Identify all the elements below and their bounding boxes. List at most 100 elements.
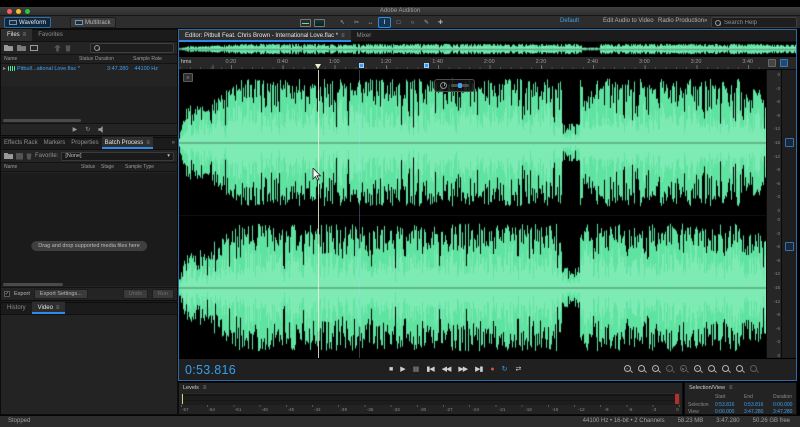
new-file-icon[interactable] <box>30 45 38 51</box>
panel-menu-icon[interactable]: ≡ <box>146 140 150 146</box>
selection-handle-left[interactable] <box>359 63 364 68</box>
files-search-field[interactable] <box>90 43 174 53</box>
tab-files[interactable]: Files ≡ <box>1 29 33 41</box>
insert-into-multitrack-icon[interactable] <box>54 44 61 52</box>
zoom-to-selection-button[interactable]: s <box>680 365 688 373</box>
export-settings-button[interactable]: Export Settings... <box>33 289 88 299</box>
volume-slider[interactable] <box>451 83 469 88</box>
tab-video[interactable]: Video ≡ <box>31 302 66 314</box>
lasso-selection-tool-button[interactable]: ○ <box>407 18 418 27</box>
tab-markers[interactable]: Markers <box>41 137 69 149</box>
volume-hud[interactable] <box>434 79 475 92</box>
column-duration[interactable]: Duration <box>95 56 133 62</box>
stop-button[interactable]: ■ <box>389 364 393 375</box>
export-checkbox[interactable]: ✓ <box>4 291 10 297</box>
vertical-scroll-strip[interactable] <box>781 70 796 360</box>
column-name[interactable]: Name <box>1 164 81 170</box>
channel-divider[interactable] <box>179 215 796 216</box>
batch-horizontal-scrollbar[interactable] <box>3 283 63 286</box>
help-search-field[interactable] <box>711 17 797 28</box>
loop-playback-button[interactable]: ↻ <box>502 364 508 375</box>
open-file-icon[interactable] <box>4 45 13 51</box>
tab-favorites[interactable]: Favorites <box>32 29 69 41</box>
preview-loop-button[interactable]: ↻ <box>85 126 90 133</box>
show-spectral-view-button[interactable] <box>314 18 325 27</box>
tab-editor[interactable]: Editor: Pitbull Feat. Chris Brown - Inte… <box>179 30 351 42</box>
panel-menu-icon[interactable]: ≡ <box>23 32 27 38</box>
show-waveform-view-button[interactable] <box>300 18 311 27</box>
tab-history[interactable]: History <box>1 302 32 314</box>
batch-delete-icon[interactable] <box>26 153 32 160</box>
clip-indicator[interactable] <box>675 394 679 404</box>
favorite-dropdown[interactable]: [None] ▾ <box>61 151 174 161</box>
pause-button[interactable]: ▮▮ <box>413 364 420 375</box>
playhead[interactable] <box>318 70 319 360</box>
files-list-empty-area[interactable] <box>1 86 177 123</box>
workspace-default-button[interactable]: Default <box>560 18 579 24</box>
workspace-edit-audio-to-video-button[interactable]: Edit Audio to Video <box>603 18 654 24</box>
timeline-ruler[interactable]: hms 0:20 0:40 1:00 1:20 1:40 2:00 2:20 2:40 3:00… <box>179 57 796 70</box>
paintbrush-selection-tool-button[interactable]: ✎ <box>421 18 432 27</box>
amplitude-ruler[interactable]: 0 -3 -6 -9 -12 -15 -12 -9 -6 -3 0 0 -3 -6 -9 -12 -15 -12… <box>766 70 781 360</box>
zoom-out-time-button[interactable]: - <box>638 365 646 373</box>
panel-menu-icon[interactable]: ≡ <box>729 385 733 391</box>
import-file-icon[interactable] <box>17 45 26 51</box>
zoom-out-point-button[interactable]: - <box>708 365 716 373</box>
waveform-overview[interactable] <box>179 42 796 57</box>
skip-to-end-button[interactable]: ▶▮ <box>475 364 483 375</box>
tab-properties[interactable]: Properties <box>68 137 101 149</box>
file-row[interactable]: ▸ Pitbull...ational Love.flac * 3:47.280… <box>1 64 177 73</box>
skip-selection-button[interactable]: ⇄ <box>516 364 522 375</box>
column-stage[interactable]: Stage <box>101 164 125 170</box>
marquee-selection-tool-button[interactable]: □ <box>393 18 404 27</box>
help-search-input[interactable] <box>724 19 794 26</box>
vertical-zoom-button[interactable] <box>768 59 776 67</box>
undo-button[interactable]: Undo <box>122 289 148 299</box>
multitrack-mode-button[interactable]: Multitrack <box>70 17 116 28</box>
slip-tool-button[interactable]: ↔ <box>365 18 376 27</box>
left-channel-scroll-handle[interactable] <box>785 138 794 147</box>
column-sample-type[interactable]: Sample Type <box>125 164 154 170</box>
playhead-handle-icon[interactable] <box>315 64 321 69</box>
volume-knob-icon[interactable] <box>440 82 447 89</box>
column-status[interactable]: Status <box>81 164 101 170</box>
selection-end-value[interactable]: 0:53.816 <box>744 402 773 408</box>
play-button[interactable]: ▶ <box>400 364 405 375</box>
skip-to-start-button[interactable]: ▮◀ <box>426 364 434 375</box>
zoom-in-time-button[interactable]: + <box>624 365 632 373</box>
waveform-edit-badge[interactable]: ≡ <box>183 73 193 82</box>
delete-file-icon[interactable] <box>65 45 71 52</box>
waveform-mode-button[interactable]: Waveform <box>4 17 52 28</box>
run-button[interactable]: Run <box>151 289 174 299</box>
selection-view-header[interactable]: Selection/View ≡ <box>685 383 796 393</box>
panel-menu-icon[interactable]: ≡ <box>56 305 60 311</box>
move-tool-button[interactable]: ↖ <box>337 18 348 27</box>
column-name[interactable]: Name <box>1 56 79 62</box>
workspace-radio-production-button[interactable]: Radio Production <box>658 18 704 24</box>
razor-tool-button[interactable]: ✂ <box>351 18 362 27</box>
disclosure-triangle-icon[interactable]: ▸ <box>3 65 6 72</box>
files-horizontal-scrollbar[interactable] <box>3 119 81 122</box>
tab-batch-process[interactable]: Batch Process ≡ <box>101 137 153 149</box>
batch-save-icon[interactable] <box>16 152 23 160</box>
tab-overflow-icon[interactable]: » <box>172 140 175 146</box>
selection-handle-right[interactable] <box>424 63 429 68</box>
batch-open-icon[interactable] <box>4 153 13 159</box>
zoom-in-point-button[interactable]: + <box>694 365 702 373</box>
panel-menu-icon[interactable]: ≡ <box>341 33 345 39</box>
levels-panel-header[interactable]: Levels ≡ <box>179 383 682 393</box>
column-sample-rate[interactable]: Sample Rate <box>133 56 162 62</box>
tab-mixer[interactable]: Mixer <box>351 30 378 42</box>
auto-play-speaker-icon[interactable] <box>98 126 103 133</box>
time-selection-tool-button[interactable]: I <box>378 17 391 28</box>
selection-duration-value[interactable]: 0:00.000 <box>773 402 799 408</box>
rewind-button[interactable]: ◀◀ <box>442 364 452 375</box>
snap-toggle-button[interactable] <box>750 365 758 373</box>
right-channel-scroll-handle[interactable] <box>785 242 794 251</box>
zoom-full-button[interactable] <box>722 365 730 373</box>
fast-forward-button[interactable]: ▶▶ <box>458 364 468 375</box>
channel-display-button[interactable] <box>780 59 788 67</box>
panel-menu-icon[interactable]: ≡ <box>203 385 207 391</box>
preview-play-button[interactable]: ▶ <box>73 126 78 133</box>
files-search-input[interactable] <box>103 45 173 51</box>
